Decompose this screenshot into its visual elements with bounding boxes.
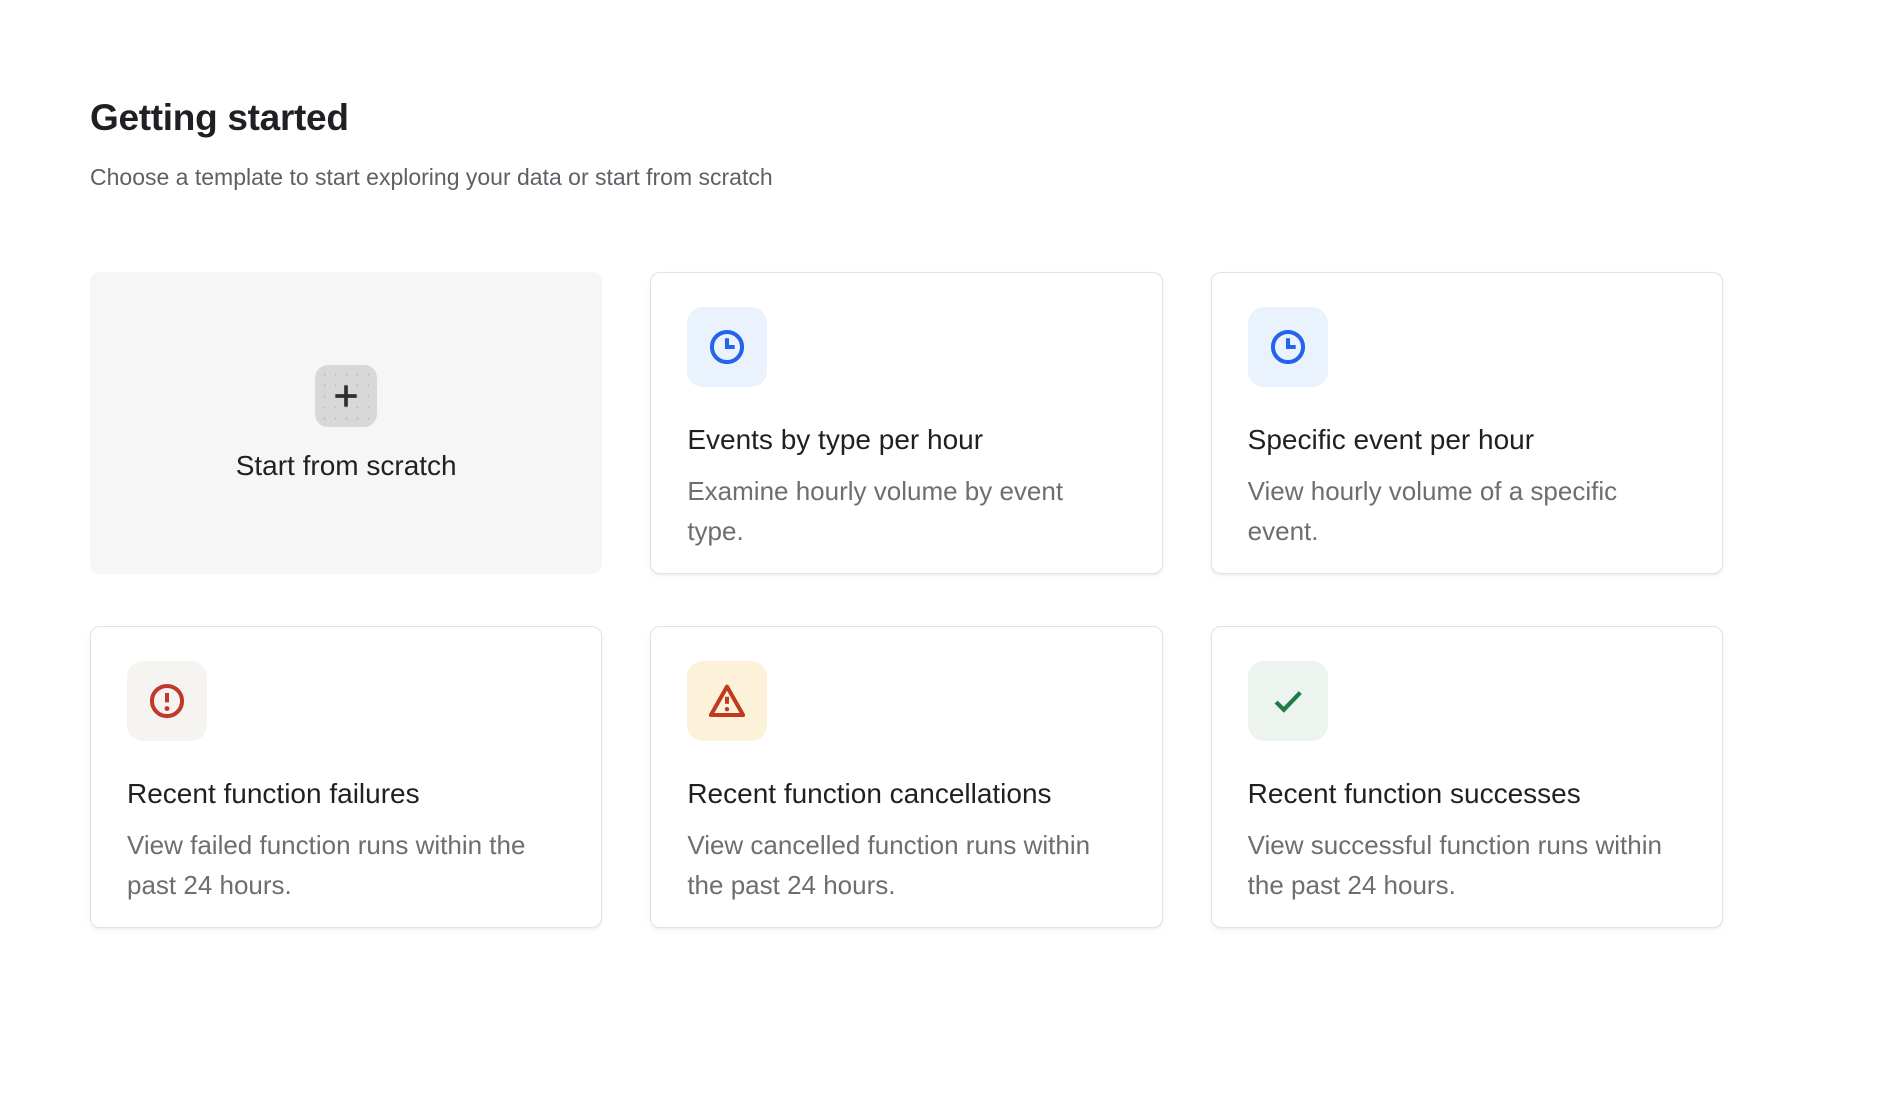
card-title: Specific event per hour <box>1248 423 1686 457</box>
card-recent-function-cancellations[interactable]: Recent function cancellations View cance… <box>650 626 1162 928</box>
page-subtitle: Choose a template to start exploring you… <box>90 162 1796 192</box>
card-description: View hourly volume of a specific event. <box>1248 471 1686 551</box>
clock-icon <box>687 307 767 387</box>
card-description: View successful function runs within the… <box>1248 825 1686 905</box>
check-icon <box>1248 661 1328 741</box>
clock-icon <box>1248 307 1328 387</box>
template-card-grid: Start from scratch Events by type per ho… <box>90 272 1723 928</box>
getting-started-page: Getting started Choose a template to sta… <box>0 0 1886 928</box>
error-circle-icon <box>127 661 207 741</box>
card-recent-function-successes[interactable]: Recent function successes View successfu… <box>1211 626 1723 928</box>
card-specific-event-per-hour[interactable]: Specific event per hour View hourly volu… <box>1211 272 1723 574</box>
card-recent-function-failures[interactable]: Recent function failures View failed fun… <box>90 626 602 928</box>
card-description: View cancelled function runs within the … <box>687 825 1125 905</box>
card-events-by-type-per-hour[interactable]: Events by type per hour Examine hourly v… <box>650 272 1162 574</box>
card-description: View failed function runs within the pas… <box>127 825 565 905</box>
card-title: Recent function failures <box>127 777 565 811</box>
warning-triangle-icon <box>687 661 767 741</box>
card-description: Examine hourly volume by event type. <box>687 471 1125 551</box>
card-title: Recent function successes <box>1248 777 1686 811</box>
plus-icon <box>315 365 377 427</box>
card-title: Events by type per hour <box>687 423 1125 457</box>
card-start-from-scratch[interactable]: Start from scratch <box>90 272 602 574</box>
card-label: Start from scratch <box>236 449 457 482</box>
page-title: Getting started <box>90 96 1796 140</box>
card-title: Recent function cancellations <box>687 777 1125 811</box>
